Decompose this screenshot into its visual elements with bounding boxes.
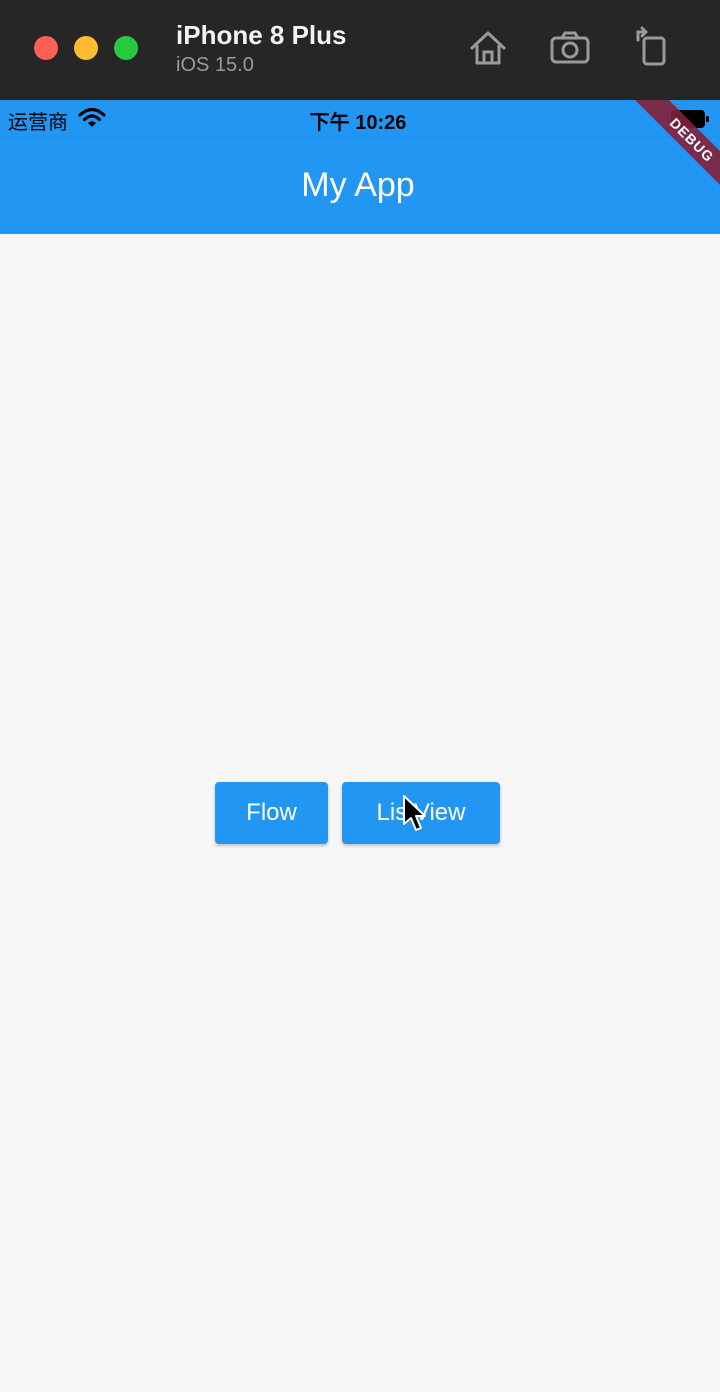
os-version: iOS 15.0	[176, 54, 254, 76]
simulator-titlebar: iPhone 8 Plus iOS 15.0	[0, 0, 720, 100]
close-window-button[interactable]	[34, 36, 58, 60]
page-title: My App	[301, 166, 415, 204]
minimize-window-button[interactable]	[74, 36, 98, 60]
listview-button[interactable]: ListView	[342, 782, 500, 844]
rotate-icon[interactable]	[630, 26, 674, 70]
screenshot-camera-icon[interactable]	[548, 26, 592, 70]
battery-icon	[671, 110, 709, 128]
app-bar: My App	[0, 138, 720, 234]
device-name: iPhone 8 Plus	[176, 20, 347, 50]
status-time: 下午 10:26	[309, 112, 407, 134]
flow-button[interactable]: Flow	[215, 782, 328, 844]
main-content: Flow ListView	[0, 234, 720, 1392]
simulator-window: iPhone 8 Plus iOS 15.0 运营商 下午 10:26 My A…	[0, 0, 720, 1392]
status-bar: 运营商 下午 10:26	[0, 100, 720, 138]
home-icon[interactable]	[466, 26, 510, 70]
zoom-window-button[interactable]	[114, 36, 138, 60]
